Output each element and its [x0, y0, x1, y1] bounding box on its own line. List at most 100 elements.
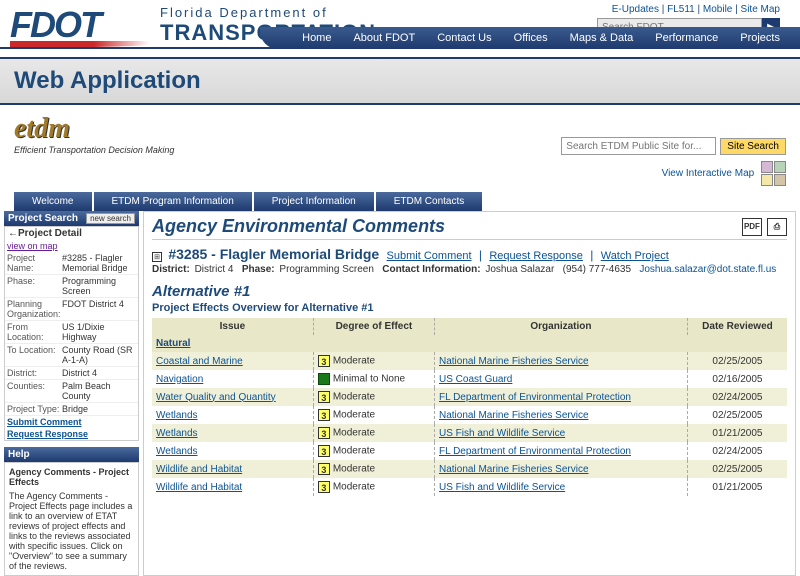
tab-project-info[interactable]: Project Information — [254, 192, 374, 211]
col-date: Date Reviewed — [687, 318, 787, 335]
tab-welcome[interactable]: Welcome — [14, 192, 92, 211]
view-on-map-link[interactable]: view on map — [5, 240, 138, 252]
effects-table: Issue Degree of Effect Organization Date… — [152, 318, 787, 496]
tab-contacts[interactable]: ETDM Contacts — [376, 192, 483, 211]
table-row: Wetlands3ModerateUS Fish and Wildlife Se… — [152, 424, 787, 442]
issue-link[interactable]: Wetlands — [156, 446, 198, 457]
table-row: Wetlands3ModerateNational Marine Fisheri… — [152, 406, 787, 424]
nav-home[interactable]: Home — [302, 32, 331, 44]
fdot-logo: FDOT — [10, 4, 150, 47]
project-search-header: Project Search new search — [4, 211, 139, 226]
map-icon[interactable] — [761, 161, 786, 186]
help-title: Agency Comments - Project Effects — [9, 467, 134, 487]
nav-contact[interactable]: Contact Us — [437, 32, 491, 44]
col-org: Organization — [435, 318, 688, 335]
main-page-title: Agency Environmental Comments — [152, 216, 445, 237]
issue-link[interactable]: Coastal and Marine — [156, 356, 243, 367]
watch-project-link[interactable]: Watch Project — [601, 250, 669, 262]
sidebar-row: Project Type:Bridge — [5, 403, 138, 416]
degree-badge: 3 — [318, 391, 330, 403]
issue-link[interactable]: Navigation — [156, 374, 203, 385]
degree-badge — [318, 373, 330, 385]
sidebar-row: From Location:US 1/Dixie Highway — [5, 321, 138, 344]
contact-email-link[interactable]: Joshua.salazar@dot.state.fl.us — [639, 264, 776, 275]
sidebar-row: Project Name:#3285 - Flagler Memorial Br… — [5, 252, 138, 275]
nav-maps[interactable]: Maps & Data — [570, 32, 634, 44]
sidebar-row: Planning Organization:FDOT District 4 — [5, 298, 138, 321]
table-row: Wildlife and Habitat3ModerateNational Ma… — [152, 460, 787, 478]
sidebar-request-response-link[interactable]: Request Response — [5, 428, 138, 440]
col-issue: Issue — [152, 318, 313, 335]
degree-badge: 3 — [318, 445, 330, 457]
nav-projects[interactable]: Projects — [740, 32, 780, 44]
map-link-row: View Interactive Map — [0, 159, 800, 192]
page-title: Web Application — [14, 67, 786, 95]
degree-badge: 3 — [318, 481, 330, 493]
org-link[interactable]: FL Department of Environmental Protectio… — [439, 446, 631, 457]
org-link[interactable]: US Coast Guard — [439, 374, 512, 385]
utility-links: E-Updates | FL511 | Mobile | Site Map — [597, 4, 780, 15]
issue-link[interactable]: Wildlife and Habitat — [156, 464, 242, 475]
help-header: Help — [4, 447, 139, 462]
project-meta-line: District: District 4 Phase: Programming … — [152, 264, 787, 275]
etdm-search: Site Search — [561, 137, 786, 155]
issue-link[interactable]: Wetlands — [156, 428, 198, 439]
sidebar-submit-comment-link[interactable]: Submit Comment — [5, 416, 138, 428]
org-link[interactable]: National Marine Fisheries Service — [439, 410, 589, 421]
issue-link[interactable]: Wetlands — [156, 410, 198, 421]
print-icon[interactable]: ⎙ — [767, 218, 787, 236]
sidebar-row: To Location:County Road (SR A-1-A) — [5, 344, 138, 367]
expand-icon[interactable]: ⊞ — [152, 252, 162, 262]
alternative-title: Alternative #1 — [152, 283, 787, 300]
degree-badge: 3 — [318, 427, 330, 439]
export-icons: PDF ⎙ — [740, 218, 787, 236]
nav-performance[interactable]: Performance — [655, 32, 718, 44]
project-detail-panel: ←Project Detail view on map Project Name… — [4, 226, 139, 441]
project-detail-header: ←Project Detail — [5, 227, 138, 240]
util-sitemap[interactable]: Site Map — [741, 4, 780, 15]
sidebar-row: District:District 4 — [5, 367, 138, 380]
degree-badge: 3 — [318, 463, 330, 475]
issue-link[interactable]: Wildlife and Habitat — [156, 482, 242, 493]
pdf-icon[interactable]: PDF — [742, 218, 762, 236]
etdm-logo: etdm — [14, 113, 174, 145]
tab-bar: Welcome ETDM Program Information Project… — [0, 192, 800, 211]
degree-badge: 3 — [318, 355, 330, 367]
app-banner: Web Application — [0, 57, 800, 105]
table-row: Coastal and Marine3ModerateNational Mari… — [152, 352, 787, 370]
help-panel: Agency Comments - Project Effects The Ag… — [4, 462, 139, 576]
alternative-subtitle: Project Effects Overview for Alternative… — [152, 302, 787, 314]
nav-about[interactable]: About FDOT — [353, 32, 415, 44]
issue-link[interactable]: Water Quality and Quantity — [156, 392, 276, 403]
etdm-bar: etdm Efficient Transportation Decision M… — [0, 105, 800, 159]
table-row: Water Quality and Quantity3ModerateFL De… — [152, 388, 787, 406]
table-row: Wetlands3ModerateFL Department of Enviro… — [152, 442, 787, 460]
util-mobile[interactable]: Mobile — [703, 4, 732, 15]
project-header-line: ⊞ #3285 - Flagler Memorial Bridge Submit… — [152, 246, 787, 262]
main-panel: Agency Environmental Comments PDF ⎙ ⊞ #3… — [143, 211, 796, 576]
new-search-button[interactable]: new search — [86, 213, 135, 224]
org-link[interactable]: National Marine Fisheries Service — [439, 464, 589, 475]
util-eupdates[interactable]: E-Updates — [612, 4, 659, 15]
view-interactive-map-link[interactable]: View Interactive Map — [662, 168, 755, 179]
main-nav: Home About FDOT Contact Us Offices Maps … — [260, 27, 800, 49]
table-row: NavigationMinimal to NoneUS Coast Guard0… — [152, 370, 787, 388]
org-link[interactable]: FL Department of Environmental Protectio… — [439, 392, 631, 403]
submit-comment-link[interactable]: Submit Comment — [387, 250, 472, 262]
request-response-link[interactable]: Request Response — [489, 250, 583, 262]
help-text: The Agency Comments - Project Effects pa… — [9, 491, 134, 571]
content-area: Project Search new search ←Project Detai… — [0, 211, 800, 576]
sidebar-row: Counties:Palm Beach County — [5, 380, 138, 403]
tab-program-info[interactable]: ETDM Program Information — [94, 192, 252, 211]
org-link[interactable]: National Marine Fisheries Service — [439, 356, 589, 367]
degree-badge: 3 — [318, 409, 330, 421]
site-search-button[interactable]: Site Search — [720, 138, 786, 155]
table-row: Wildlife and Habitat3ModerateUS Fish and… — [152, 478, 787, 496]
col-degree: Degree of Effect — [313, 318, 434, 335]
etdm-search-input[interactable] — [561, 137, 716, 155]
nav-offices[interactable]: Offices — [514, 32, 548, 44]
util-fl511[interactable]: FL511 — [667, 4, 695, 15]
org-link[interactable]: US Fish and Wildlife Service — [439, 482, 565, 493]
sidebar-row: Phase:Programming Screen — [5, 275, 138, 298]
org-link[interactable]: US Fish and Wildlife Service — [439, 428, 565, 439]
